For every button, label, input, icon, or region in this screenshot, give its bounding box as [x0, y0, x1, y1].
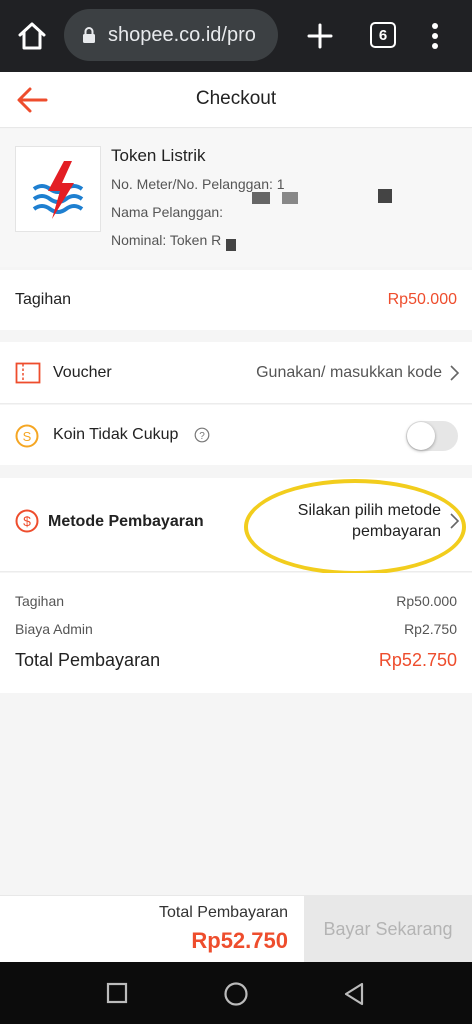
highlight-ellipse: [244, 479, 466, 575]
new-tab-icon[interactable]: [302, 18, 338, 54]
back-triangle-icon[interactable]: [342, 981, 366, 1007]
meter-number-label: No. Meter/No. Pelanggan: 1: [111, 176, 285, 192]
bill-row: Tagihan Rp50.000: [0, 270, 472, 330]
more-menu-icon[interactable]: [422, 18, 448, 54]
lock-icon: [83, 27, 95, 43]
payment-method-label: Metode Pembayaran: [48, 513, 204, 530]
svg-text:S: S: [23, 429, 32, 444]
summary-bill-label: Tagihan: [15, 593, 65, 609]
system-nav-bar: [0, 962, 472, 1024]
toggle-knob: [407, 422, 435, 450]
bill-label: Tagihan: [15, 291, 72, 308]
dollar-circle-icon: $: [15, 509, 39, 533]
recent-apps-icon[interactable]: [106, 982, 128, 1004]
svg-text:?: ?: [199, 431, 205, 442]
coin-toggle[interactable]: [406, 421, 458, 451]
product-card: Token Listrik No. Meter/No. Pelanggan: 1…: [0, 129, 472, 267]
bill-value: Rp50.000: [387, 291, 457, 308]
customer-name-label: Nama Pelanggan:: [111, 204, 224, 220]
home-icon[interactable]: [14, 18, 50, 54]
url-bar[interactable]: shopee.co.id/pro: [64, 9, 278, 61]
checkout-bottom-bar: Total Pembayaran Rp52.750 Bayar Sekarang: [0, 895, 472, 963]
coin-icon: S: [15, 424, 39, 448]
product-name: Token Listrik: [111, 146, 206, 165]
url-text: shopee.co.id/pro: [108, 23, 256, 46]
pln-logo-icon: [32, 161, 84, 219]
product-image: [15, 146, 101, 232]
tab-switcher-button[interactable]: 6: [370, 22, 396, 48]
pay-now-button[interactable]: Bayar Sekarang: [304, 896, 472, 963]
redaction-mark: [226, 239, 236, 251]
home-circle-icon[interactable]: [223, 981, 249, 1007]
page-title: Checkout: [195, 88, 277, 109]
voucher-row[interactable]: Voucher Gunakan/ masukkan kode: [0, 342, 472, 404]
total-payment-value: Rp52.750: [378, 650, 457, 670]
nominal-label: Nominal: Token R: [111, 232, 222, 248]
coin-label: Koin Tidak Cukup: [53, 426, 179, 443]
help-icon[interactable]: ?: [194, 427, 210, 443]
svg-text:$: $: [23, 513, 31, 529]
voucher-label: Voucher: [53, 364, 112, 381]
voucher-icon: [15, 362, 41, 384]
redaction-mark: [378, 189, 392, 203]
redaction-mark: [252, 192, 270, 204]
bottom-total-value: Rp52.750: [191, 928, 288, 953]
bottom-total-label: Total Pembayaran: [159, 904, 288, 921]
admin-fee-value: Rp2.750: [404, 621, 457, 637]
summary-bill-value: Rp50.000: [396, 593, 457, 609]
browser-toolbar: shopee.co.id/pro 6: [0, 0, 472, 72]
redaction-mark: [282, 192, 298, 204]
total-payment-label: Total Pembayaran: [15, 650, 161, 670]
app-header: Checkout: [0, 72, 472, 128]
admin-fee-label: Biaya Admin: [15, 621, 93, 637]
coin-row: S Koin Tidak Cukup ?: [0, 405, 472, 465]
chevron-right-icon: [450, 365, 460, 381]
voucher-value: Gunakan/ masukkan kode: [256, 364, 442, 381]
payment-summary: Tagihan Rp50.000 Biaya Admin Rp2.750 Tot…: [0, 573, 472, 693]
